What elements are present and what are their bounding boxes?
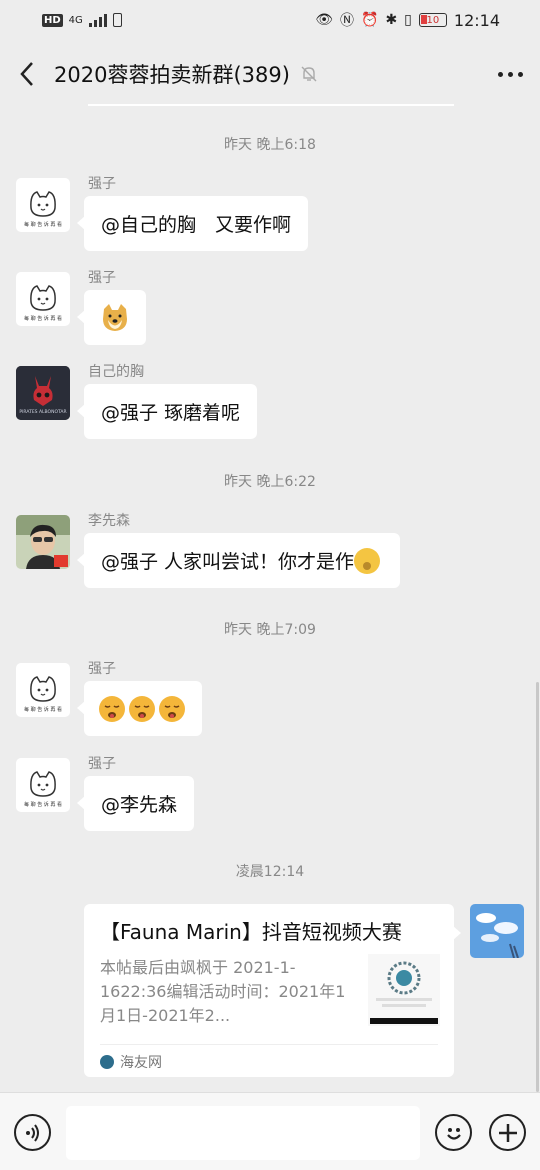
cat-avatar-icon: 每 聊 告 诉 再 看 bbox=[16, 178, 70, 232]
emoji-button[interactable] bbox=[435, 1114, 472, 1151]
phone-icon bbox=[112, 13, 122, 27]
battery-icon: 10 bbox=[418, 13, 447, 27]
avatar-caption: 每 聊 告 诉 再 看 bbox=[24, 801, 62, 808]
message-bubble[interactable]: @强子 人家叫尝试！你才是作 bbox=[76, 533, 401, 588]
link-card[interactable]: 【Fauna Marin】抖音短视频大赛 本帖最后由飒枫于 2021-1-162… bbox=[84, 904, 461, 1077]
photo-avatar-icon bbox=[16, 515, 70, 569]
doge-emoji-icon bbox=[103, 303, 127, 331]
status-bar: HD 4G 👁 Ⓝ ⏰ ✱ ▯ 10 12:14 bbox=[0, 0, 540, 40]
card-source: 海友网 bbox=[100, 1052, 162, 1072]
voice-button[interactable] bbox=[14, 1114, 51, 1151]
timestamp: 凌晨12:14 bbox=[235, 864, 305, 880]
card-source-name: 海友网 bbox=[120, 1055, 162, 1071]
message-bubble[interactable]: @强子 琢磨着呢 bbox=[76, 384, 258, 439]
site-logo-icon bbox=[100, 1055, 114, 1069]
card-thumbnail bbox=[368, 954, 440, 1026]
avatar[interactable]: 每 聊 告 诉 再 看 bbox=[16, 178, 70, 232]
timestamp: 昨天 晚上7:09 bbox=[224, 622, 316, 638]
sleepy-emoji-icon bbox=[99, 695, 185, 722]
cat-avatar-icon: 每 聊 告 诉 再 看 bbox=[16, 272, 70, 326]
eye-icon: 👁 bbox=[315, 12, 333, 28]
message-bubble[interactable] bbox=[77, 290, 146, 345]
signal-icon bbox=[88, 13, 107, 27]
avatar[interactable]: 每 聊 告 诉 再 看 bbox=[16, 758, 70, 812]
voice-icon bbox=[25, 1123, 39, 1142]
avatar-caption: PIRATES ALBONOTAR bbox=[19, 409, 66, 415]
avatar-caption: 每 聊 告 诉 再 看 bbox=[24, 221, 62, 228]
add-button[interactable] bbox=[489, 1114, 526, 1151]
bluetooth-icon: ✱ bbox=[385, 12, 398, 28]
back-button[interactable] bbox=[0, 40, 54, 108]
sender-name: 强子 bbox=[88, 661, 116, 677]
timestamp: 昨天 晚上6:22 bbox=[224, 474, 316, 490]
alarm-icon: ⏰ bbox=[361, 12, 379, 28]
qr-poster-icon bbox=[368, 954, 440, 1026]
cat-avatar-icon: 每 聊 告 诉 再 看 bbox=[16, 663, 70, 717]
avatar-caption: 每 聊 告 诉 再 看 bbox=[24, 706, 62, 713]
message-bubble[interactable]: @自己的胸 又要作啊 bbox=[76, 196, 309, 251]
input-bar bbox=[0, 1092, 540, 1170]
more-button[interactable] bbox=[480, 40, 540, 108]
thinking-emoji-icon bbox=[354, 547, 381, 574]
clock: 12:14 bbox=[453, 10, 500, 30]
card-title: 【Fauna Marin】抖音短视频大赛 bbox=[100, 920, 402, 944]
sender-name: 强子 bbox=[88, 270, 116, 286]
sender-name: 强子 bbox=[88, 756, 116, 772]
chat-title[interactable]: 2020蓉蓉拍卖新群(389) bbox=[54, 59, 290, 89]
more-dots-icon bbox=[497, 71, 503, 77]
timestamp: 昨天 晚上6:18 bbox=[224, 137, 316, 153]
plus-icon bbox=[498, 1123, 517, 1142]
sender-name: 强子 bbox=[88, 176, 116, 192]
avatar[interactable]: PIRATES ALBONOTAR bbox=[16, 366, 70, 420]
hd-badge: HD bbox=[42, 13, 63, 27]
message-bubble[interactable]: @李先森 bbox=[76, 776, 195, 831]
message-input[interactable] bbox=[66, 1106, 420, 1160]
avatar[interactable] bbox=[16, 515, 70, 569]
sender-name: 李先森 bbox=[88, 513, 130, 529]
smile-icon bbox=[446, 1127, 461, 1140]
chevron-left-icon bbox=[20, 62, 33, 86]
sender-name: 自己的胸 bbox=[88, 364, 144, 380]
pirates-avatar-icon: PIRATES ALBONOTAR bbox=[16, 366, 70, 420]
cat-avatar-icon: 每 聊 告 诉 再 看 bbox=[16, 758, 70, 812]
nfc-icon: Ⓝ bbox=[340, 13, 354, 29]
chat-area[interactable]: 昨天 晚上6:18 每 聊 告 诉 再 看 强子 @自己的胸 又要作啊 每 聊 … bbox=[0, 108, 540, 1092]
card-description: 本帖最后由飒枫于 2021-1-1622:36编辑活动时间：2021年1月1日-… bbox=[100, 958, 346, 1025]
scrollbar[interactable] bbox=[536, 682, 539, 1092]
previous-message-edge bbox=[88, 104, 454, 106]
my-avatar[interactable] bbox=[470, 904, 524, 958]
chat-header: 2020蓉蓉拍卖新群(389) bbox=[0, 40, 540, 108]
vibrate-icon: ▯ bbox=[404, 12, 412, 28]
avatar[interactable]: 每 聊 告 诉 再 看 bbox=[16, 272, 70, 326]
card-divider bbox=[100, 1044, 438, 1045]
avatar[interactable]: 每 聊 告 诉 再 看 bbox=[16, 663, 70, 717]
message-bubble[interactable] bbox=[77, 681, 202, 736]
avatar-caption: 每 聊 告 诉 再 看 bbox=[24, 315, 62, 322]
message-text: @强子 人家叫尝试！你才是作 bbox=[101, 551, 355, 573]
sky-avatar-icon bbox=[470, 904, 524, 958]
bell-off-icon bbox=[301, 66, 317, 82]
network-label: 4G bbox=[68, 14, 83, 26]
